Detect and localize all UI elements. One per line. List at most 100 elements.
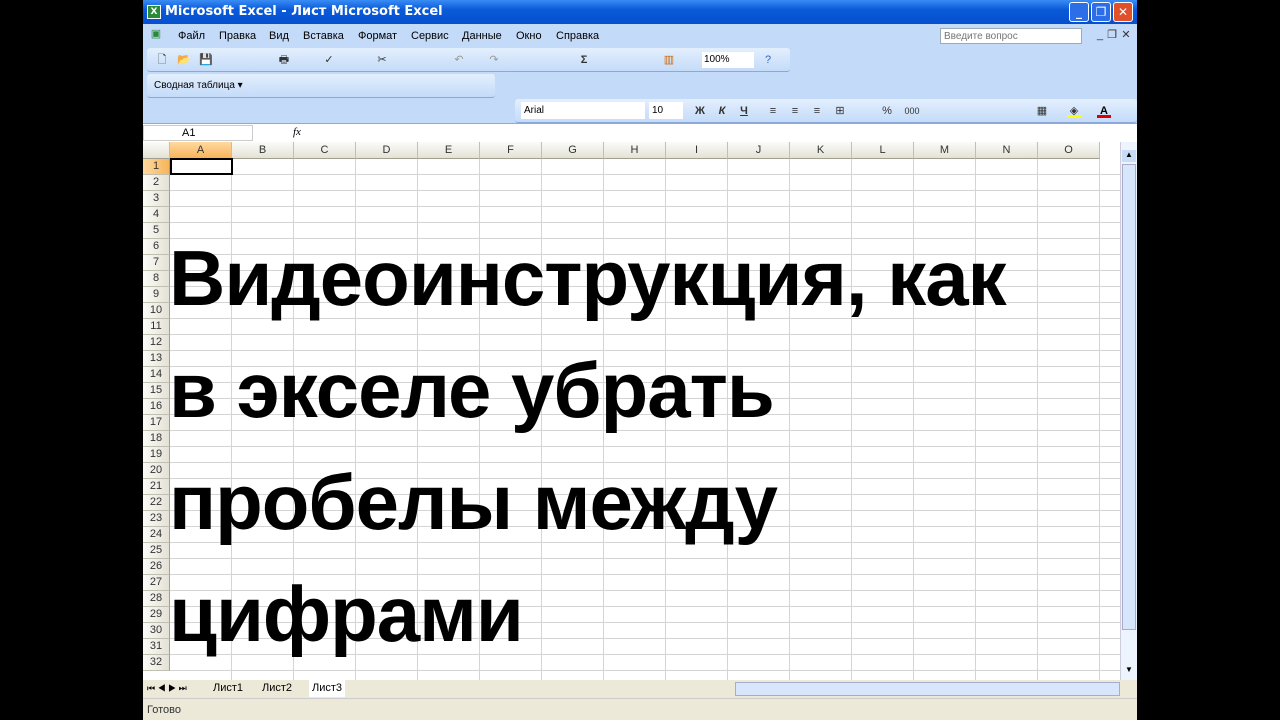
row-header[interactable]: 17: [143, 415, 170, 431]
tab-sheet1[interactable]: Лист1: [213, 682, 243, 694]
row-header[interactable]: 29: [143, 607, 170, 623]
save-icon[interactable]: 💾: [199, 53, 213, 67]
column-header[interactable]: F: [480, 142, 542, 159]
row-header[interactable]: 6: [143, 239, 170, 255]
row-header[interactable]: 19: [143, 447, 170, 463]
thousands-button[interactable]: 000: [902, 104, 922, 118]
row-header[interactable]: 1: [143, 159, 170, 175]
active-cell-a1[interactable]: [170, 158, 233, 175]
row-header[interactable]: 7: [143, 255, 170, 271]
row-header[interactable]: 3: [143, 191, 170, 207]
row-header[interactable]: 10: [143, 303, 170, 319]
row-header[interactable]: 12: [143, 335, 170, 351]
borders-icon[interactable]: ▦: [1035, 104, 1049, 118]
column-header[interactable]: O: [1038, 142, 1100, 159]
row-header[interactable]: 16: [143, 399, 170, 415]
menu-view[interactable]: Вид: [269, 30, 289, 42]
column-header[interactable]: K: [790, 142, 852, 159]
italic-button[interactable]: К: [715, 104, 729, 118]
font-color-icon[interactable]: A: [1097, 104, 1111, 118]
tab-sheet2[interactable]: Лист2: [262, 682, 292, 694]
fill-color-icon[interactable]: ◈: [1067, 104, 1081, 118]
menu-data[interactable]: Данные: [462, 30, 502, 42]
zoom-select[interactable]: 100%: [702, 52, 754, 68]
tab-sheet3-active[interactable]: Лист3: [309, 680, 346, 697]
menu-help[interactable]: Справка: [556, 30, 599, 42]
merge-icon[interactable]: ⊞: [833, 104, 847, 118]
row-header[interactable]: 21: [143, 479, 170, 495]
bold-button[interactable]: Ж: [693, 104, 707, 118]
menu-window[interactable]: Окно: [516, 30, 542, 42]
menu-format[interactable]: Формат: [358, 30, 397, 42]
row-header[interactable]: 14: [143, 367, 170, 383]
redo-icon[interactable]: ↷: [487, 53, 501, 67]
row-header[interactable]: 24: [143, 527, 170, 543]
percent-button[interactable]: %: [880, 104, 894, 118]
row-header[interactable]: 30: [143, 623, 170, 639]
row-header[interactable]: 22: [143, 495, 170, 511]
open-icon[interactable]: 📂: [177, 53, 191, 67]
column-header[interactable]: M: [914, 142, 976, 159]
help-icon[interactable]: ?: [761, 53, 775, 67]
print-icon[interactable]: 🖶: [277, 53, 291, 67]
row-header[interactable]: 32: [143, 655, 170, 671]
row-header[interactable]: 26: [143, 559, 170, 575]
row-header[interactable]: 5: [143, 223, 170, 239]
scroll-thumb[interactable]: [1122, 164, 1136, 630]
column-header[interactable]: C: [294, 142, 356, 159]
doc-restore-icon[interactable]: ❐: [1105, 28, 1119, 42]
name-box[interactable]: A1: [143, 125, 253, 141]
align-right-icon[interactable]: ≡: [810, 104, 824, 118]
column-header[interactable]: D: [356, 142, 418, 159]
pivot-table-menu[interactable]: Сводная таблица ▾: [154, 80, 243, 91]
row-header[interactable]: 18: [143, 431, 170, 447]
formula-input[interactable]: [307, 124, 1137, 142]
tab-nav-icons[interactable]: ⏮ ◀ ▶ ⏭: [147, 683, 187, 694]
doc-close-icon[interactable]: ✕: [1119, 28, 1133, 42]
column-header[interactable]: L: [852, 142, 914, 159]
horizontal-scrollbar[interactable]: [735, 682, 1120, 696]
row-header[interactable]: 27: [143, 575, 170, 591]
menu-edit[interactable]: Правка: [219, 30, 256, 42]
row-header[interactable]: 8: [143, 271, 170, 287]
column-header[interactable]: B: [232, 142, 294, 159]
select-all-corner[interactable]: [143, 142, 170, 159]
autosum-icon[interactable]: Σ: [577, 53, 591, 67]
row-header[interactable]: 9: [143, 287, 170, 303]
help-search-input[interactable]: [940, 28, 1082, 44]
column-header[interactable]: J: [728, 142, 790, 159]
row-header[interactable]: 2: [143, 175, 170, 191]
fx-icon[interactable]: fx: [293, 126, 301, 138]
align-center-icon[interactable]: ≡: [788, 104, 802, 118]
font-select[interactable]: Arial: [521, 102, 645, 119]
undo-icon[interactable]: ↶: [452, 53, 466, 67]
row-header[interactable]: 20: [143, 463, 170, 479]
column-header[interactable]: A: [170, 142, 232, 159]
row-header[interactable]: 25: [143, 543, 170, 559]
minimize-button[interactable]: _: [1069, 2, 1089, 22]
row-header[interactable]: 23: [143, 511, 170, 527]
align-left-icon[interactable]: ≡: [766, 104, 780, 118]
chart-wizard-icon[interactable]: ▥: [662, 53, 676, 67]
menu-tools[interactable]: Сервис: [411, 30, 449, 42]
column-header[interactable]: G: [542, 142, 604, 159]
column-header[interactable]: I: [666, 142, 728, 159]
menu-file[interactable]: Файл: [178, 30, 205, 42]
new-icon[interactable]: 🗋: [155, 53, 169, 67]
menu-insert[interactable]: Вставка: [303, 30, 344, 42]
row-header[interactable]: 28: [143, 591, 170, 607]
close-button[interactable]: ✕: [1113, 2, 1133, 22]
scroll-up-icon[interactable]: ▲: [1122, 150, 1136, 162]
scroll-down-icon[interactable]: ▼: [1122, 665, 1136, 677]
row-header[interactable]: 13: [143, 351, 170, 367]
restore-button[interactable]: ❐: [1091, 2, 1111, 22]
font-size-select[interactable]: 10: [649, 102, 683, 119]
spelling-icon[interactable]: ✓: [322, 53, 336, 67]
row-header[interactable]: 11: [143, 319, 170, 335]
underline-button[interactable]: Ч: [737, 104, 751, 118]
row-header[interactable]: 31: [143, 639, 170, 655]
column-header[interactable]: N: [976, 142, 1038, 159]
cut-icon[interactable]: ✂: [375, 53, 389, 67]
vertical-scrollbar[interactable]: ▲ ▼: [1120, 142, 1137, 680]
column-header[interactable]: H: [604, 142, 666, 159]
